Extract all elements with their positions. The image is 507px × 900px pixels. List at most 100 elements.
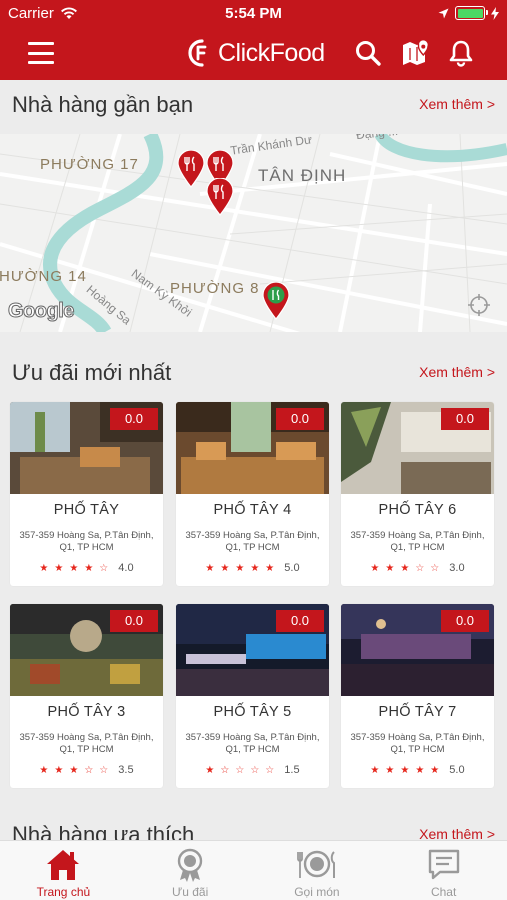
star-icon: ☆ <box>265 764 275 776</box>
search-icon[interactable] <box>354 39 382 67</box>
star-icon: ★ <box>385 764 395 776</box>
restaurant-name: PHỐ TÂY <box>53 502 120 518</box>
star-rating: ★ ★ ★ ☆ ☆ <box>39 765 108 776</box>
logo-mark-icon <box>188 39 207 67</box>
map-label-ward-14: PHƯỜNG 14 <box>0 268 87 285</box>
rating-score: 5.0 <box>284 562 300 574</box>
star-icon: ★ <box>385 562 395 574</box>
rating: ★ ★ ★ ★ ★ 5.0 <box>341 764 494 776</box>
map-location-icon[interactable] <box>401 39 429 67</box>
home-icon <box>47 850 80 880</box>
chat-icon <box>428 849 459 880</box>
star-icon: ★ <box>39 562 49 574</box>
nearby-see-more-link[interactable]: Xem thêm > <box>419 96 495 112</box>
star-rating: ★ ★ ★ ★ ☆ <box>39 563 108 574</box>
tab-home-label: Trang chủ <box>36 885 91 899</box>
locate-me-icon[interactable] <box>467 293 491 317</box>
deals-title: Ưu đãi mới nhất <box>12 360 172 385</box>
brand-name: ClickFood <box>218 38 325 67</box>
restaurant-name: PHỐ TÂY 4 <box>213 502 292 518</box>
dish-icon <box>296 850 335 878</box>
nearby-map[interactable]: PHƯỜNG 17 TÂN ĐỊNH PHƯỜNG 14 PHƯỜNG 8 Tr… <box>0 134 507 332</box>
star-icon: ☆ <box>250 764 260 776</box>
restaurant-address: 357-359 Hoàng Sa, P.Tân Định, Q1, TP HCM <box>19 530 154 553</box>
restaurant-address: 357-359 Hoàng Sa, P.Tân Định, Q1, TP HCM <box>350 530 485 553</box>
star-icon: ☆ <box>220 764 230 776</box>
star-icon: ☆ <box>99 562 109 574</box>
app-logo: ClickFood <box>186 36 325 70</box>
deal-badge: 0.0 <box>276 610 324 632</box>
star-icon: ★ <box>84 562 94 574</box>
star-icon: ★ <box>205 562 215 574</box>
rating: ★ ★ ★ ★ ☆ 4.0 <box>10 562 163 574</box>
rating-score: 3.0 <box>449 562 465 574</box>
star-icon: ☆ <box>415 562 425 574</box>
star-icon: ☆ <box>99 764 109 776</box>
star-icon: ★ <box>400 562 410 574</box>
nearby-header: Nhà hàng gần bạn Xem thêm > <box>0 80 507 132</box>
tab-bar: Trang chủ Ưu đãi Gọi món Chat <box>0 840 507 900</box>
rating-score: 4.0 <box>118 562 134 574</box>
status-bar: Carrier 5:54 PM <box>0 0 507 28</box>
tab-home[interactable]: Trang chủ <box>0 841 127 900</box>
deal-card[interactable]: 0.0 PHỐ TÂY 6 357-359 Hoàng Sa, P.Tân Đị… <box>341 402 494 586</box>
star-icon: ★ <box>235 562 245 574</box>
tab-order[interactable]: Gọi món <box>254 841 381 900</box>
deal-card[interactable]: 0.0 PHỐ TÂY 357-359 Hoàng Sa, P.Tân Định… <box>10 402 163 586</box>
star-icon: ★ <box>54 562 64 574</box>
restaurant-address: 357-359 Hoàng Sa, P.Tân Định, Q1, TP HCM <box>19 732 154 755</box>
restaurant-name: PHỐ TÂY 5 <box>213 704 292 720</box>
rating: ★ ★ ★ ★ ★ 5.0 <box>176 562 329 574</box>
star-icon: ☆ <box>84 764 94 776</box>
nearby-title: Nhà hàng gần bạn <box>12 92 194 117</box>
star-rating: ★ ★ ★ ☆ ☆ <box>370 563 439 574</box>
charging-bolt-icon <box>491 6 499 20</box>
clock: 5:54 PM <box>225 5 282 22</box>
deal-badge: 0.0 <box>441 610 489 632</box>
google-attribution: Google <box>8 300 75 323</box>
deal-card[interactable]: 0.0 PHỐ TÂY 5 357-359 Hoàng Sa, P.Tân Đị… <box>176 604 329 788</box>
deal-card[interactable]: 0.0 PHỐ TÂY 3 357-359 Hoàng Sa, P.Tân Đị… <box>10 604 163 788</box>
tab-deals[interactable]: Ưu đãi <box>127 841 254 900</box>
star-icon: ★ <box>39 764 49 776</box>
restaurant-address: 357-359 Hoàng Sa, P.Tân Định, Q1, TP HCM <box>185 530 320 553</box>
star-icon: ★ <box>430 764 440 776</box>
location-arrow-icon <box>438 8 449 18</box>
star-rating: ★ ☆ ☆ ☆ ☆ <box>205 765 274 776</box>
star-icon: ★ <box>370 764 380 776</box>
deal-card[interactable]: 0.0 PHỐ TÂY 7 357-359 Hoàng Sa, P.Tân Đị… <box>341 604 494 788</box>
restaurant-address: 357-359 Hoàng Sa, P.Tân Định, Q1, TP HCM <box>350 732 485 755</box>
tab-chat[interactable]: Chat <box>380 841 507 900</box>
map-label-tan-dinh: TÂN ĐỊNH <box>258 166 347 185</box>
tab-order-label: Gọi món <box>294 885 340 899</box>
rating: ★ ★ ★ ☆ ☆ 3.5 <box>10 764 163 776</box>
deal-card[interactable]: 0.0 PHỐ TÂY 4 357-359 Hoàng Sa, P.Tân Đị… <box>176 402 329 586</box>
rating: ★ ☆ ☆ ☆ ☆ 1.5 <box>176 764 329 776</box>
restaurant-address: 357-359 Hoàng Sa, P.Tân Định, Q1, TP HCM <box>185 732 320 755</box>
restaurant-pin-icon[interactable] <box>177 150 205 188</box>
battery-icon <box>455 6 488 20</box>
deal-badge: 0.0 <box>110 408 158 430</box>
star-icon: ★ <box>370 562 380 574</box>
star-icon: ★ <box>220 562 230 574</box>
restaurant-pin-icon[interactable] <box>262 282 290 320</box>
star-rating: ★ ★ ★ ★ ★ <box>205 563 274 574</box>
star-icon: ☆ <box>235 764 245 776</box>
star-icon: ★ <box>250 562 260 574</box>
menu-icon[interactable] <box>28 42 54 64</box>
deal-badge: 0.0 <box>441 408 489 430</box>
bell-icon[interactable] <box>447 39 475 67</box>
star-icon: ☆ <box>430 562 440 574</box>
restaurant-pin-icon[interactable] <box>206 178 234 216</box>
rating: ★ ★ ★ ☆ ☆ 3.0 <box>341 562 494 574</box>
rating-score: 5.0 <box>449 764 465 776</box>
tab-chat-label: Chat <box>430 885 457 899</box>
rating-score: 3.5 <box>118 764 134 776</box>
restaurant-name: PHỐ TÂY 3 <box>47 704 126 720</box>
deals-see-more-link[interactable]: Xem thêm > <box>419 364 495 380</box>
restaurant-name: PHỐ TÂY 6 <box>378 502 457 518</box>
map-label-ward-17: PHƯỜNG 17 <box>40 156 139 173</box>
deal-badge: 0.0 <box>276 408 324 430</box>
star-icon: ★ <box>54 764 64 776</box>
star-icon: ★ <box>205 764 215 776</box>
